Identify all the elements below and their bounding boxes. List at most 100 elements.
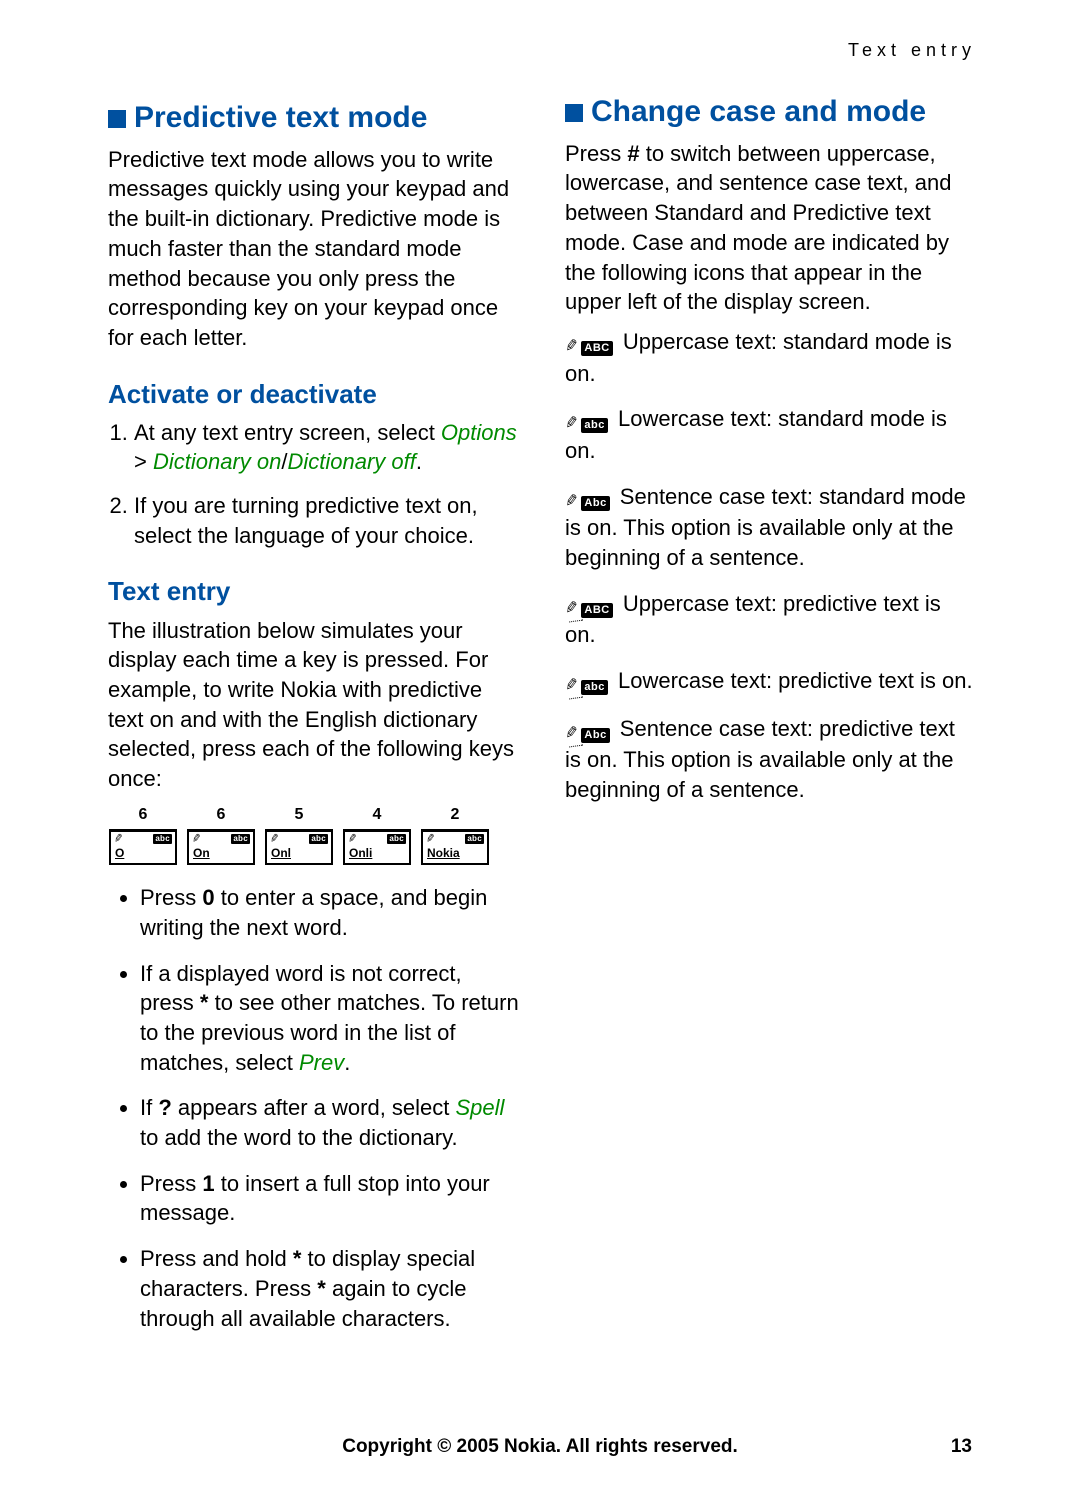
mode-description: Sentence case text: predictive text is o…: [565, 716, 955, 802]
text: to add the word to the dictionary.: [140, 1125, 458, 1150]
heading-text: Predictive text mode: [134, 98, 427, 139]
standard-mode-icon: ✎ABC: [565, 329, 613, 359]
change-case-paragraph: Press # to switch between uppercase, low…: [565, 139, 976, 317]
mode-line: ✎abc Lowercase text: predictive text is …: [565, 666, 976, 698]
menu-path-dictionary-on: Dictionary on: [153, 449, 281, 474]
predicted-word: O: [115, 845, 124, 861]
key-star: *: [317, 1276, 326, 1301]
text: .: [344, 1050, 350, 1075]
mode-description: Lowercase text: standard mode is on.: [565, 406, 947, 463]
display-mock: ✎abcOnli: [343, 829, 411, 865]
mode-description: Uppercase text: predictive text is on.: [565, 591, 941, 648]
pencil-icon: ✎: [564, 412, 580, 435]
case-mode-list: ✎ABC Uppercase text: standard mode is on…: [565, 327, 976, 805]
predictive-mode-icon: ✎Abc: [565, 716, 610, 746]
text: >: [134, 449, 153, 474]
two-column-body: Predictive text mode Predictive text mod…: [108, 92, 976, 1382]
activate-steps: At any text entry screen, select Options…: [108, 418, 519, 551]
mode-line: ✎Abc Sentence case text: standard mode i…: [565, 482, 976, 573]
text-entry-intro: The illustration below simulates your di…: [108, 616, 519, 794]
case-chip-icon: abc: [581, 418, 607, 433]
heading-change-case: Change case and mode: [565, 92, 976, 133]
text: .: [416, 449, 422, 474]
step-2: If you are turning predictive text on, s…: [134, 491, 519, 550]
page-footer: Copyright © 2005 Nokia. All rights reser…: [0, 1434, 1080, 1460]
predictive-intro-paragraph: Predictive text mode allows you to write…: [108, 145, 519, 353]
tip-fullstop: Press 1 to insert a full stop into your …: [140, 1169, 519, 1228]
copyright-text: Copyright © 2005 Nokia. All rights reser…: [342, 1434, 738, 1460]
text: appears after a word, select: [172, 1095, 456, 1120]
pencil-icon: ✎: [564, 722, 580, 745]
heading-activate: Activate or deactivate: [108, 377, 519, 412]
mode-line: ✎Abc Sentence case text: predictive text…: [565, 714, 976, 805]
text: If: [140, 1095, 158, 1120]
pencil-icon: ✎: [564, 335, 580, 358]
key-press-cell: 6✎abcOn: [186, 804, 256, 866]
tip-space: Press 0 to enter a space, and begin writ…: [140, 883, 519, 942]
square-bullet-icon: [108, 110, 126, 128]
key-press-cell: 4✎abcOnli: [342, 804, 412, 866]
mode-description: Lowercase text: predictive text is on.: [612, 668, 973, 693]
key-press-cell: 6✎abcO: [108, 804, 178, 866]
case-chip-icon: ABC: [581, 341, 612, 356]
key-press-cell: 5✎abcOnl: [264, 804, 334, 866]
predicted-word: On: [193, 845, 210, 861]
mode-line: ✎abc Lowercase text: standard mode is on…: [565, 404, 976, 465]
key-0: 0: [202, 885, 214, 910]
pencil-icon: ✎: [564, 490, 580, 513]
abc-indicator-icon: abc: [153, 834, 172, 844]
case-chip-icon: abc: [581, 680, 607, 695]
step-1: At any text entry screen, select Options…: [134, 418, 519, 477]
softkey-prev: Prev: [299, 1050, 344, 1075]
case-chip-icon: ABC: [581, 603, 612, 618]
heading-predictive-text: Predictive text mode: [108, 98, 519, 139]
heading-text-entry: Text entry: [108, 574, 519, 609]
key-1: 1: [202, 1171, 214, 1196]
key-number: 6: [139, 804, 148, 826]
key-number: 4: [373, 804, 382, 826]
predicted-word: Onli: [349, 845, 372, 861]
display-mock: ✎abcO: [109, 829, 177, 865]
text: Press: [140, 885, 202, 910]
mode-line: ✎ABC Uppercase text: standard mode is on…: [565, 327, 976, 388]
page-number: 13: [951, 1434, 972, 1460]
key-number: 2: [451, 804, 460, 826]
square-bullet-icon: [565, 104, 583, 122]
tip-special-chars: Press and hold * to display special char…: [140, 1244, 519, 1333]
abc-indicator-icon: abc: [387, 834, 406, 844]
predicted-word: Onl: [271, 845, 291, 861]
menu-path-dictionary-off: Dictionary off: [287, 449, 415, 474]
key-number: 6: [217, 804, 226, 826]
key-hash: #: [627, 141, 639, 166]
question-mark: ?: [158, 1095, 171, 1120]
tip-star-matches: If a displayed word is not correct, pres…: [140, 959, 519, 1078]
softkey-spell: Spell: [456, 1095, 505, 1120]
predictive-mode-icon: ✎abc: [565, 668, 608, 698]
pencil-icon: ✎: [564, 674, 580, 697]
tip-spell: If ? appears after a word, select Spell …: [140, 1093, 519, 1152]
heading-text: Change case and mode: [591, 92, 926, 133]
text: Press and hold: [140, 1246, 293, 1271]
manual-page: Text entry Predictive text mode Predicti…: [0, 0, 1080, 1496]
predictive-mode-icon: ✎ABC: [565, 591, 613, 621]
predicted-word: Nokia: [427, 845, 460, 861]
key-press-cell: 2✎abcNokia: [420, 804, 490, 866]
menu-path-options: Options: [441, 420, 517, 445]
text: to switch between uppercase, lowercase, …: [565, 141, 951, 314]
standard-mode-icon: ✎abc: [565, 406, 608, 436]
display-mock: ✎abcOn: [187, 829, 255, 865]
text-entry-tips: Press 0 to enter a space, and begin writ…: [108, 883, 519, 1333]
text: Press: [565, 141, 627, 166]
abc-indicator-icon: abc: [309, 834, 328, 844]
running-header: Text entry: [108, 38, 976, 62]
mode-description: Uppercase text: standard mode is on.: [565, 329, 952, 386]
abc-indicator-icon: abc: [231, 834, 250, 844]
pencil-icon: ✎: [564, 597, 580, 620]
case-chip-icon: Abc: [581, 496, 609, 511]
mode-line: ✎ABC Uppercase text: predictive text is …: [565, 589, 976, 650]
display-mock: ✎abcOnl: [265, 829, 333, 865]
text: Press: [140, 1171, 202, 1196]
mode-description: Sentence case text: standard mode is on.…: [565, 484, 966, 570]
key-number: 5: [295, 804, 304, 826]
text: At any text entry screen, select: [134, 420, 441, 445]
